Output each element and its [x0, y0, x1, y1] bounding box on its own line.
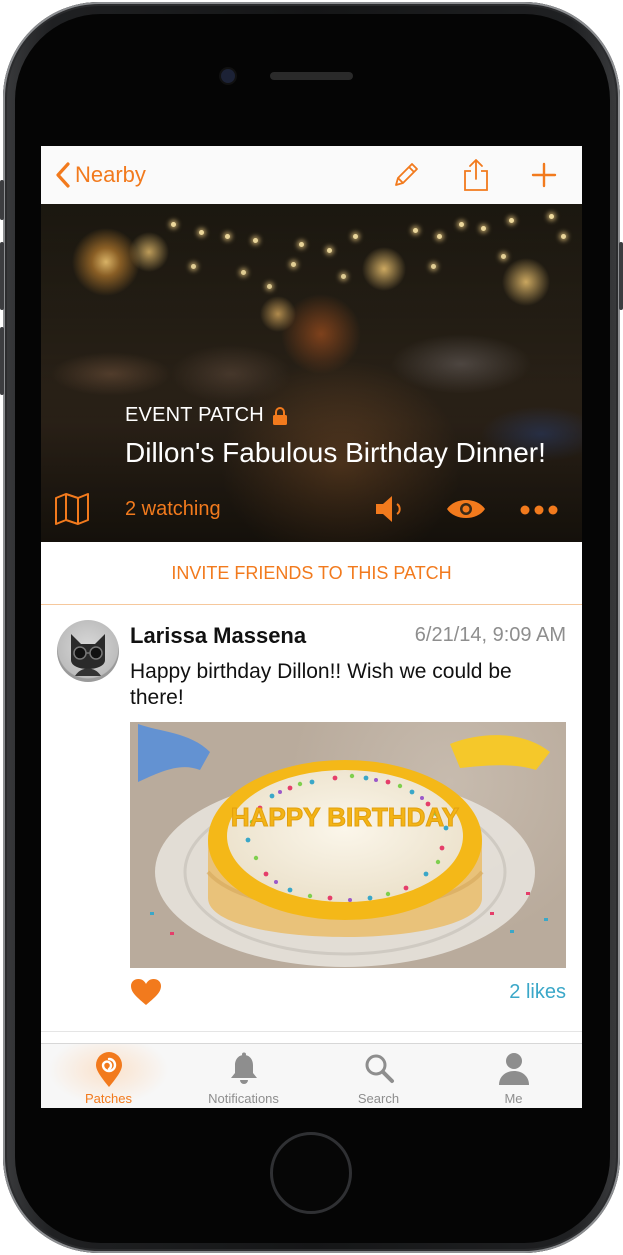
back-label: Nearby [75, 162, 146, 187]
post-actions: 2 likes [130, 976, 566, 1010]
power-button [619, 242, 623, 310]
tab-notifications[interactable]: Notifications [176, 1044, 311, 1108]
post-text: Happy birthday Dillon!! Wish we could be… [130, 660, 512, 709]
map-button[interactable] [53, 492, 93, 526]
mute-button[interactable] [373, 494, 409, 526]
cake-text: HAPPY BIRTHDAY [231, 802, 459, 832]
patch-title: Dillon's Fabulous Birthday Dinner! [125, 437, 546, 468]
patch-type-label: EVENT PATCH [125, 404, 288, 427]
plus-icon [531, 162, 557, 188]
tab-search-label: Search [357, 1091, 400, 1106]
watch-button[interactable] [445, 496, 489, 524]
edit-button[interactable] [389, 158, 423, 192]
avatar[interactable] [57, 620, 119, 682]
volume-up-button [0, 242, 4, 310]
heart-icon [131, 979, 161, 1005]
speaker-icon [376, 496, 401, 522]
birthday-cake-image: HAPPY BIRTHDAY [138, 724, 550, 967]
cat-avatar-icon [71, 634, 105, 676]
tab-patches[interactable]: Patches [41, 1044, 176, 1108]
share-button[interactable] [459, 158, 493, 192]
tab-me[interactable]: Me [446, 1044, 581, 1108]
bell-icon [230, 1052, 257, 1084]
tab-notifications-label: Notifications [208, 1091, 279, 1106]
app-screen: Nearby EVENT PATCH Dillon's Fabulous Bir… [41, 146, 582, 1108]
mute-switch [0, 180, 4, 220]
map-icon [55, 493, 89, 525]
pencil-icon [395, 163, 418, 186]
post-photo[interactable]: HAPPY BIRTHDAY [130, 722, 566, 968]
post-author[interactable]: Larissa Massena [130, 623, 306, 649]
lock-icon [272, 406, 287, 425]
tab-search[interactable]: Search [311, 1044, 446, 1108]
home-button[interactable] [270, 1132, 352, 1214]
patch-action-bar: 2 watching [41, 490, 582, 530]
front-camera [221, 69, 235, 83]
earpiece-speaker [270, 72, 353, 80]
post-timestamp: 6/21/14, 9:09 AM [414, 624, 566, 646]
invite-label: INVITE FRIENDS TO THIS PATCH [171, 562, 452, 583]
like-button[interactable] [130, 978, 162, 1008]
volume-down-button [0, 327, 4, 395]
share-icon [464, 159, 488, 191]
eye-icon [447, 500, 485, 518]
person-icon [498, 1053, 529, 1085]
navigation-bar: Nearby [41, 146, 582, 205]
invite-friends-button[interactable]: INVITE FRIENDS TO THIS PATCH [41, 542, 582, 605]
patch-header-photo: EVENT PATCH Dillon's Fabulous Birthday D… [41, 204, 582, 542]
tab-patches-label: Patches [85, 1091, 132, 1106]
more-button[interactable] [519, 500, 559, 520]
chevron-left-icon [56, 162, 70, 188]
post-divider [41, 1031, 582, 1032]
more-icon [520, 505, 558, 515]
tab-me-label: Me [504, 1091, 523, 1106]
add-button[interactable] [527, 158, 561, 192]
back-button[interactable]: Nearby [55, 160, 146, 190]
patch-icon [95, 1052, 122, 1087]
watching-count[interactable]: 2 watching [125, 498, 221, 521]
likes-count[interactable]: 2 likes [509, 981, 566, 1004]
tab-bar: Patches Notifications Search Me [41, 1043, 582, 1108]
search-icon [365, 1054, 394, 1083]
patch-type-text: EVENT PATCH [125, 404, 264, 426]
